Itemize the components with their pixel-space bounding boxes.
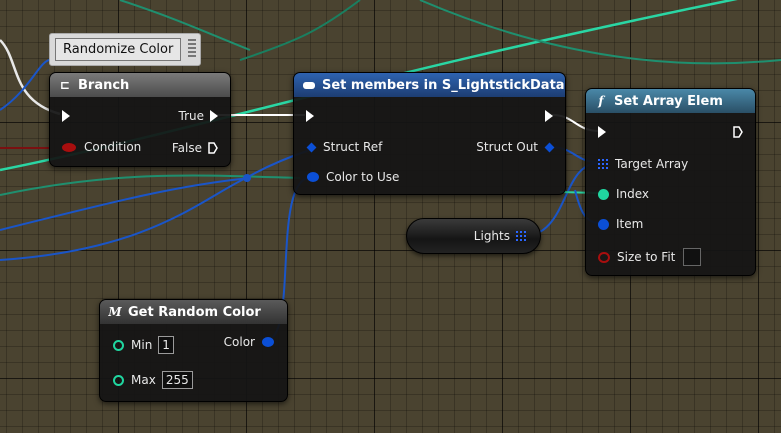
min-input[interactable]: 1 bbox=[158, 336, 174, 354]
struct-icon bbox=[302, 78, 316, 92]
branch-false-pin[interactable]: False bbox=[172, 141, 218, 155]
max-label: Max bbox=[131, 373, 156, 387]
index-pin[interactable]: Index bbox=[598, 187, 649, 201]
struct-out-label: Struct Out bbox=[476, 140, 538, 154]
branch-exec-in[interactable] bbox=[62, 110, 70, 122]
true-label: True bbox=[178, 109, 205, 123]
set-members-node[interactable]: Set members in S_LightstickData Struct R… bbox=[293, 72, 566, 195]
branch-true-pin[interactable]: True bbox=[178, 109, 218, 123]
array-icon[interactable] bbox=[516, 231, 526, 241]
exec-in-icon[interactable] bbox=[598, 126, 606, 138]
set-array-exec-out[interactable] bbox=[733, 126, 743, 138]
struct-ref-pin[interactable]: Struct Ref bbox=[306, 140, 383, 154]
branch-node[interactable]: ⊏ Branch True Condition False bbox=[49, 72, 231, 167]
wire-bg-blue-1 bbox=[0, 177, 251, 231]
exec-true-icon[interactable] bbox=[210, 110, 218, 122]
min-icon[interactable] bbox=[113, 339, 124, 351]
color-to-use-pin[interactable]: Color to Use bbox=[307, 170, 399, 184]
target-array-pin[interactable]: Target Array bbox=[598, 157, 688, 171]
index-label: Index bbox=[616, 187, 650, 201]
bool-pin-icon[interactable] bbox=[62, 142, 76, 152]
struct-ref-label: Struct Ref bbox=[323, 140, 383, 154]
wire-bg-teal-3 bbox=[419, 0, 781, 65]
max-pin[interactable]: Max 255 bbox=[113, 371, 193, 389]
branch-condition-pin[interactable]: Condition bbox=[62, 140, 141, 154]
comment-label[interactable]: Randomize Color bbox=[55, 38, 182, 61]
color-to-use-label: Color to Use bbox=[326, 170, 400, 184]
color-to-use-icon[interactable] bbox=[307, 172, 319, 182]
item-icon[interactable] bbox=[598, 218, 609, 230]
struct-ref-icon[interactable] bbox=[306, 142, 317, 152]
color-out-icon[interactable] bbox=[262, 337, 274, 347]
item-label: Item bbox=[616, 217, 644, 231]
target-array-label: Target Array bbox=[615, 157, 689, 171]
max-input[interactable]: 255 bbox=[161, 371, 193, 389]
max-icon[interactable] bbox=[113, 374, 124, 386]
wire-bg-teal-5 bbox=[0, 174, 301, 196]
set-members-exec-out[interactable] bbox=[545, 110, 553, 122]
comment-grip-icon[interactable] bbox=[188, 39, 196, 59]
blueprint-graph-canvas[interactable]: Randomize Color ⊏ Branch True Condition … bbox=[0, 0, 781, 433]
get-random-title: Get Random Color bbox=[128, 304, 261, 320]
set-members-exec-in[interactable] bbox=[306, 110, 314, 122]
min-label: Min bbox=[131, 338, 153, 352]
exec-out-icon[interactable] bbox=[545, 110, 553, 122]
wire-reroute-knot[interactable] bbox=[243, 174, 251, 182]
set-array-header[interactable]: f Set Array Elem bbox=[586, 89, 755, 113]
comment-box[interactable]: Randomize Color bbox=[49, 33, 201, 66]
set-array-elem-node[interactable]: f Set Array Elem Target Array Index Item… bbox=[585, 88, 756, 276]
set-members-header[interactable]: Set members in S_LightstickData bbox=[294, 73, 565, 97]
exec-out-icon[interactable] bbox=[733, 126, 743, 138]
condition-label: Condition bbox=[84, 140, 142, 154]
wire-bg-teal-4 bbox=[239, 0, 361, 61]
false-label: False bbox=[171, 141, 202, 155]
get-random-header[interactable]: M Get Random Color bbox=[100, 300, 287, 324]
lights-variable-node[interactable]: Lights bbox=[406, 218, 541, 254]
size-to-fit-icon[interactable] bbox=[598, 251, 610, 263]
size-to-fit-checkbox[interactable] bbox=[683, 248, 702, 266]
lights-out-pin[interactable]: Lights bbox=[474, 229, 526, 243]
size-to-fit-label: Size to Fit bbox=[617, 250, 676, 264]
exec-in-icon[interactable] bbox=[62, 110, 70, 122]
struct-out-pin[interactable]: Struct Out bbox=[476, 140, 555, 154]
item-pin[interactable]: Item bbox=[598, 217, 643, 231]
set-array-exec-in[interactable] bbox=[598, 126, 606, 138]
wire-bg-blue-3 bbox=[0, 59, 51, 111]
color-label: Color bbox=[223, 335, 255, 349]
array-icon[interactable] bbox=[598, 159, 608, 169]
lights-label: Lights bbox=[473, 229, 510, 243]
set-array-title: Set Array Elem bbox=[614, 93, 723, 109]
branch-title: Branch bbox=[78, 77, 130, 93]
min-pin[interactable]: Min 1 bbox=[113, 336, 174, 354]
exec-false-icon[interactable] bbox=[208, 142, 218, 154]
index-icon[interactable] bbox=[598, 188, 609, 200]
branch-header[interactable]: ⊏ Branch bbox=[50, 73, 230, 97]
struct-out-icon[interactable] bbox=[544, 142, 555, 152]
function-icon: f bbox=[598, 94, 604, 108]
get-random-color-node[interactable]: M Get Random Color Min 1 Color Max 255 bbox=[99, 299, 288, 402]
size-to-fit-pin[interactable]: Size to Fit bbox=[598, 248, 702, 266]
set-members-title: Set members in S_LightstickData bbox=[322, 77, 565, 93]
color-out-pin[interactable]: Color bbox=[224, 335, 274, 349]
branch-icon: ⊏ bbox=[59, 78, 71, 92]
macro-icon: M bbox=[108, 305, 122, 319]
exec-in-icon[interactable] bbox=[306, 110, 314, 122]
